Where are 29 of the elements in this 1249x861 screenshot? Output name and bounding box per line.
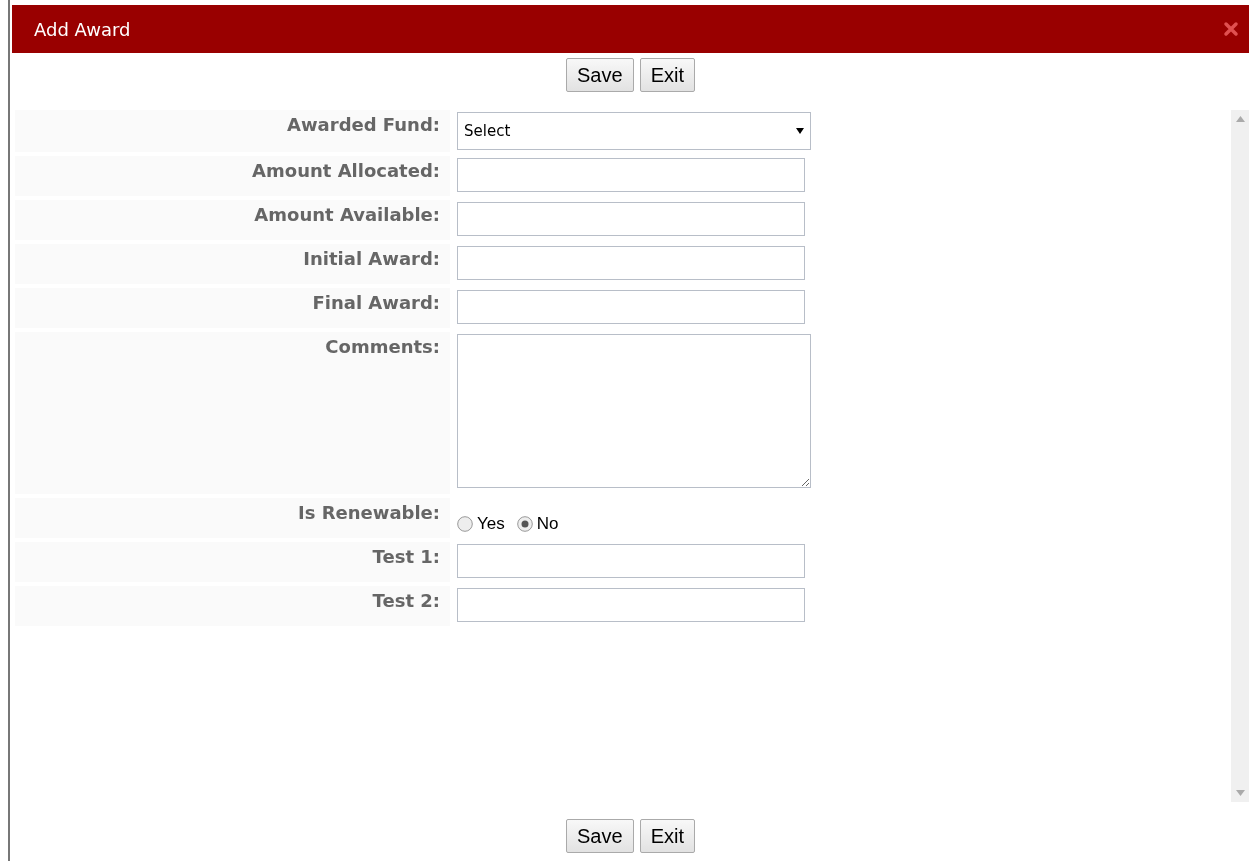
close-icon[interactable] <box>1223 21 1239 37</box>
scrollbar[interactable] <box>1231 110 1249 802</box>
field-label: Amount Allocated: <box>15 156 450 196</box>
field-label: Test 2: <box>15 586 450 626</box>
input-field[interactable] <box>457 158 805 192</box>
input-field[interactable] <box>457 588 805 622</box>
select-field[interactable]: Select <box>457 112 811 150</box>
exit-button[interactable]: Exit <box>639 819 695 853</box>
dialog-title: Add Award <box>34 18 131 40</box>
input-field[interactable] <box>457 544 805 578</box>
save-button[interactable]: Save <box>566 819 634 853</box>
scroll-down-icon[interactable] <box>1235 790 1245 796</box>
input-field[interactable] <box>457 290 805 324</box>
field-label: Test 1: <box>15 542 450 582</box>
field-label: Is Renewable: <box>15 498 450 538</box>
input-field[interactable] <box>457 246 805 280</box>
textarea-field[interactable] <box>457 334 811 488</box>
radio-option[interactable]: No <box>516 514 559 534</box>
field-label: Final Award: <box>15 288 450 328</box>
field-label: Comments: <box>15 332 450 494</box>
input-field[interactable] <box>457 202 805 236</box>
save-button[interactable]: Save <box>566 58 634 92</box>
field-label: Amount Available: <box>15 200 450 240</box>
caret-icon <box>796 128 804 134</box>
scroll-up-icon[interactable] <box>1235 116 1245 122</box>
field-label: Initial Award: <box>15 244 450 284</box>
exit-button[interactable]: Exit <box>639 58 695 92</box>
radio-option[interactable]: Yes <box>457 514 505 534</box>
field-label: Awarded Fund: <box>15 110 450 152</box>
